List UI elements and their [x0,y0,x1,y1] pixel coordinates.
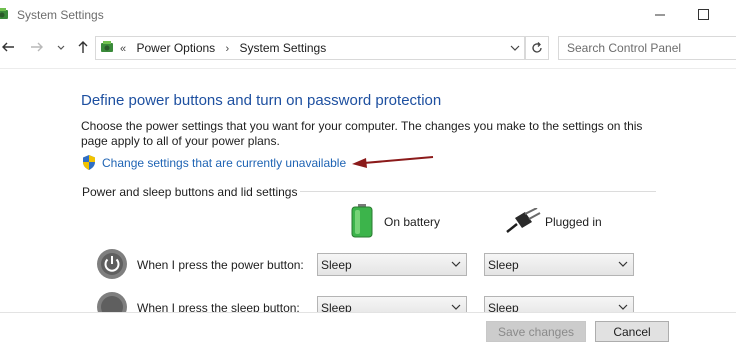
section-divider [300,191,656,192]
change-settings-link[interactable]: Change settings that are currently unava… [102,156,346,170]
up-arrow-icon[interactable] [74,38,92,56]
selected-value: Sleep [488,258,519,272]
chevron-down-icon [618,261,628,267]
section-title: Power and sleep buttons and lid settings [82,185,298,199]
power-button-on-battery-select[interactable]: Sleep [317,253,467,276]
breadcrumb-overflow[interactable]: « [120,43,126,55]
shield-icon [83,155,95,170]
column-on-battery: On battery [384,215,441,229]
power-options-icon [101,41,113,52]
power-button-icon [97,249,127,279]
breadcrumb-power-options[interactable]: Power Options [136,41,215,55]
page-title: Define power buttons and turn on passwor… [81,92,442,109]
footer-bar: Save changes Cancel [0,313,736,348]
address-dropdown-icon[interactable] [510,43,520,53]
power-button-label: When I press the power button: [137,258,304,272]
title-bar: System Settings [0,0,736,32]
address-bar[interactable]: « Power Options › System Settings [95,36,525,60]
selected-value: Sleep [321,258,352,272]
chevron-down-icon [618,304,628,310]
recent-pages-icon[interactable] [52,38,70,56]
breadcrumb-system-settings[interactable]: System Settings [240,41,327,55]
maximize-icon[interactable] [688,3,718,27]
breadcrumb-separator[interactable]: › [226,43,230,55]
window-title: System Settings [17,8,104,22]
annotation-arrow-icon [352,156,434,168]
save-changes-button[interactable]: Save changes [486,321,586,342]
back-arrow-icon[interactable] [0,38,18,56]
header-divider [0,68,736,69]
power-button-plugged-in-select[interactable]: Sleep [484,253,634,276]
refresh-button[interactable] [525,36,549,60]
minimize-icon[interactable] [645,3,675,27]
chevron-down-icon [451,304,461,310]
navigation-bar: « Power Options › System Settings [0,33,736,63]
cancel-button[interactable]: Cancel [595,321,669,342]
page-description: Choose the power settings that you want … [81,119,643,148]
refresh-icon [532,42,542,53]
search-box[interactable] [558,36,736,60]
chevron-down-icon [451,261,461,267]
search-input[interactable] [559,37,735,58]
power-options-icon [0,8,8,19]
plug-icon [506,208,541,233]
battery-icon [351,204,373,238]
column-plugged-in: Plugged in [545,215,602,229]
forward-arrow-icon[interactable] [28,38,46,56]
